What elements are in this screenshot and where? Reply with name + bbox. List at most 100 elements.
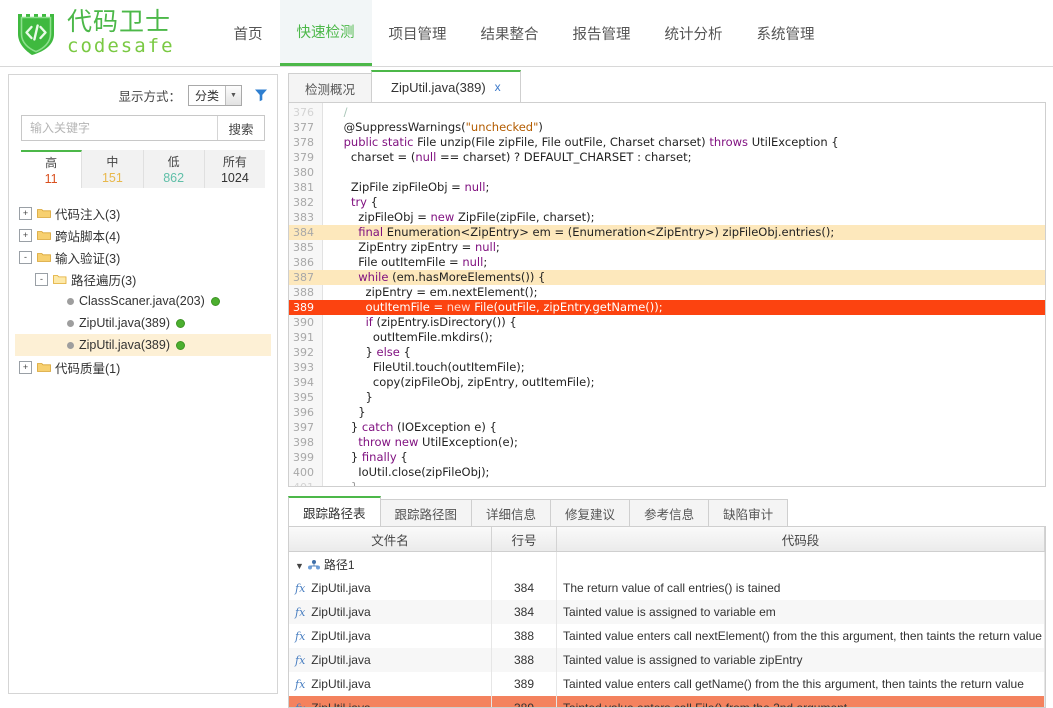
severity-count: 151 [102, 171, 123, 185]
severity-tab-2[interactable]: 低 862 [144, 150, 205, 188]
code-line-377: 377 @SuppressWarnings("unchecked") [289, 120, 1045, 135]
file-tab-0[interactable]: 检测概况 [288, 73, 372, 102]
line-number: 390 [289, 315, 314, 330]
line-number: 386 [289, 255, 314, 270]
tree-node-3[interactable]: - 路径遍历(3) [15, 268, 271, 290]
code-line-400: 400 IoUtil.close(zipFileObj); [289, 465, 1045, 480]
status-badge [176, 341, 185, 350]
line-number: 389 [289, 300, 314, 315]
severity-count: 1024 [221, 171, 249, 185]
code-line-394: 394 copy(zipFileObj, zipEntry, outItemFi… [289, 375, 1045, 390]
table-row[interactable]: fxZipUtil.java 389 Tainted value enters … [289, 696, 1045, 708]
code-text: outItemFile.mkdirs(); [329, 330, 493, 345]
nav-item-label: 首页 [234, 23, 263, 44]
code-line-376: 376 / [289, 105, 1045, 120]
cell-file: fxZipUtil.java [289, 624, 492, 648]
detail-tab-1[interactable]: 跟踪路径图 [380, 499, 473, 526]
file-name: ZipUtil.java [311, 677, 370, 691]
detail-tab-0[interactable]: 跟踪路径表 [288, 496, 381, 526]
severity-tab-0[interactable]: 高 11 [21, 150, 82, 188]
table-group-row[interactable]: ▼路径1 [289, 552, 1045, 577]
function-icon: fx [295, 654, 305, 667]
table-row[interactable]: fxZipUtil.java 384 Tainted value is assi… [289, 600, 1045, 624]
nav-item-4[interactable]: 报告管理 [556, 0, 648, 66]
code-line-395: 395 } [289, 390, 1045, 405]
nav-item-1[interactable]: 快速检测 [280, 0, 372, 66]
tree-node-4[interactable]: ClassScaner.java(203) [15, 290, 271, 312]
cell-file: fx ZipUtil.java [289, 696, 492, 708]
search-input[interactable] [22, 116, 217, 140]
function-icon: fx [295, 702, 305, 708]
table-row[interactable]: fxZipUtil.java 388 Tainted value enters … [289, 624, 1045, 648]
code-text: FileUtil.touch(outItemFile); [329, 360, 525, 375]
tree-node-5[interactable]: ZipUtil.java(389) [15, 312, 271, 334]
detail-tab-label: 详细信息 [486, 504, 536, 523]
close-icon[interactable]: x [495, 80, 501, 94]
column-header-1[interactable]: 行号 [492, 527, 557, 552]
brand-text: 代码卫士 codesafe [67, 10, 175, 56]
file-tab-1[interactable]: ZipUtil.java(389)x [371, 70, 521, 102]
nav-item-6[interactable]: 系统管理 [740, 0, 832, 66]
funnel-icon[interactable] [253, 87, 269, 103]
code-lines: 376 /377 @SuppressWarnings("unchecked")3… [289, 103, 1045, 487]
line-number: 394 [289, 375, 314, 390]
code-line-378: 378 public static File unzip(File zipFil… [289, 135, 1045, 150]
tree-expander[interactable]: + [19, 361, 32, 374]
brand-logo[interactable]: 代码卫士 codesafe [0, 0, 175, 66]
tree-node-label: 路径遍历(3) [71, 270, 136, 289]
search-button[interactable]: 搜索 [217, 116, 264, 140]
nav-item-0[interactable]: 首页 [217, 0, 280, 66]
folder-icon [37, 230, 51, 241]
folder-open-icon [53, 274, 67, 285]
tree-node-7[interactable]: + 代码质量(1) [15, 356, 271, 378]
nav-item-3[interactable]: 结果整合 [464, 0, 556, 66]
file-name: ZipUtil.java [311, 701, 370, 708]
code-text: if (zipEntry.isDirectory()) { [329, 315, 517, 330]
code-text: zipEntry = em.nextElement(); [329, 285, 538, 300]
function-icon: fx [295, 582, 305, 595]
code-line-383: 383 zipFileObj = new ZipFile(zipFile, ch… [289, 210, 1045, 225]
file-name: ZipUtil.java [311, 605, 370, 619]
table-row[interactable]: fxZipUtil.java 384 The return value of c… [289, 576, 1045, 600]
table-row[interactable]: fxZipUtil.java 388 Tainted value is assi… [289, 648, 1045, 672]
tree-node-1[interactable]: +跨站脚本(4) [15, 224, 271, 246]
detail-tab-5[interactable]: 缺陷审计 [708, 499, 788, 526]
code-viewer[interactable]: 376 /377 @SuppressWarnings("unchecked")3… [288, 103, 1046, 487]
line-number: 378 [289, 135, 314, 150]
tree-expander[interactable]: + [19, 229, 32, 242]
code-text: charset = (null == charset) ? DEFAULT_CH… [329, 150, 691, 165]
tree-expander[interactable]: + [19, 207, 32, 220]
right-panel: 检测概况ZipUtil.java(389)x 376 /377 @Suppres… [288, 70, 1046, 698]
tree-expander[interactable]: - [19, 251, 32, 264]
main-nav: 首页快速检测项目管理结果整合报告管理统计分析系统管理 [217, 0, 832, 66]
cell-line: 384 [492, 576, 557, 600]
detail-tab-4[interactable]: 参考信息 [629, 499, 709, 526]
column-header-0[interactable]: 文件名 [289, 527, 492, 552]
nav-item-5[interactable]: 统计分析 [648, 0, 740, 66]
chevron-down-icon[interactable]: ▼ [295, 561, 304, 571]
detail-tab-2[interactable]: 详细信息 [471, 499, 551, 526]
cell-code: Tainted value enters call File() from th… [557, 696, 1045, 708]
display-mode-value: 分类 [189, 87, 225, 104]
code-text: zipFileObj = new ZipFile(zipFile, charse… [329, 210, 594, 225]
shield-code-icon [14, 10, 58, 56]
tree-node-0[interactable]: +代码注入(3) [15, 202, 271, 224]
tree-expander[interactable]: - [35, 273, 48, 286]
column-header-2[interactable]: 代码段 [557, 527, 1045, 552]
severity-count: 11 [45, 172, 58, 186]
cell-line: 388 [492, 648, 557, 672]
severity-tab-3[interactable]: 所有 1024 [205, 150, 265, 188]
cell-code: Tainted value enters call getName() from… [557, 672, 1045, 696]
code-line-381: 381 ZipFile zipFileObj = null; [289, 180, 1045, 195]
nav-item-label: 结果整合 [481, 23, 539, 44]
tree-node-label: 代码质量(1) [55, 358, 120, 377]
tree-node-6[interactable]: ZipUtil.java(389) [15, 334, 271, 356]
code-text: } [329, 480, 358, 487]
table-row[interactable]: fxZipUtil.java 389 Tainted value enters … [289, 672, 1045, 696]
folder-icon [37, 362, 51, 373]
display-mode-select[interactable]: 分类 ▼ [188, 85, 242, 106]
nav-item-2[interactable]: 项目管理 [372, 0, 464, 66]
detail-tab-3[interactable]: 修复建议 [550, 499, 630, 526]
severity-tab-1[interactable]: 中 151 [82, 150, 143, 188]
tree-node-2[interactable]: -输入验证(3) [15, 246, 271, 268]
